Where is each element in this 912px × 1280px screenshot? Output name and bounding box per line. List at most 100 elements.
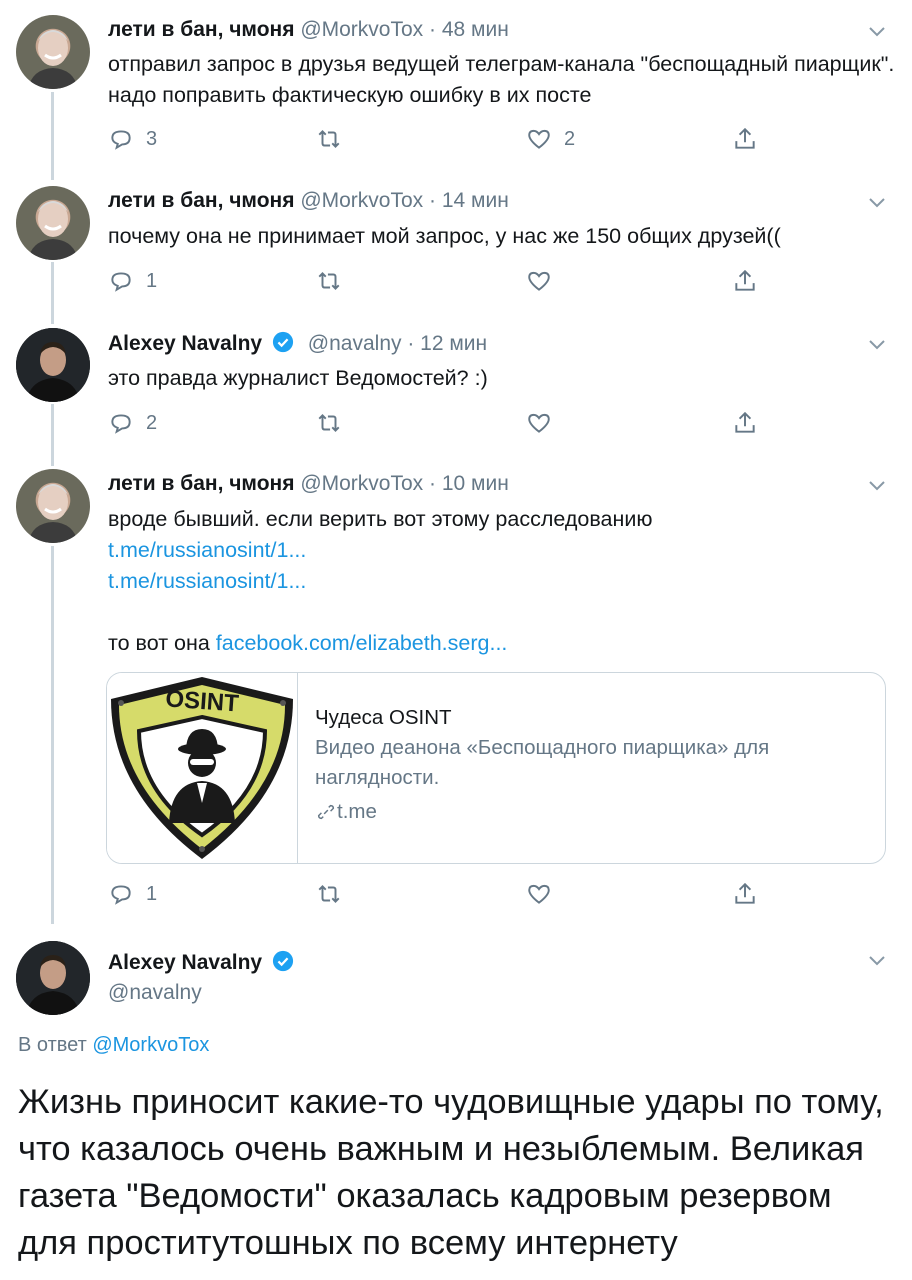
retweet-button[interactable] <box>316 264 354 298</box>
tweet-text-line: то вот она facebook.com/elizabeth.serg..… <box>108 628 898 659</box>
link-preview-card[interactable]: OSINT Чудеса OSINT Видео деанона «Беспощ… <box>106 672 886 864</box>
reply-to-handle[interactable]: @MorkvoTox <box>92 1034 209 1056</box>
thread-line <box>51 262 54 324</box>
retweet-icon <box>318 885 340 903</box>
card-badge-text: OSINT <box>165 685 240 717</box>
tweet-link[interactable]: t.me/russianosint/1... <box>108 535 898 566</box>
card-title: Чудеса OSINT <box>315 706 452 729</box>
like-icon <box>528 129 550 149</box>
user-handle[interactable]: @MorkvoTox <box>300 472 423 495</box>
tweet-header: Alexey Navalny @navalny · 12 мин <box>108 331 487 356</box>
tweet-header: лети в бан, чмоня @MorkvoTox · 48 мин <box>108 18 509 42</box>
tweet-header: лети в бан, чмоня @MorkvoTox · 14 мин <box>108 189 509 213</box>
retweet-icon <box>318 272 340 290</box>
tweet-actions: 1 <box>108 877 768 911</box>
thread-line <box>51 546 54 924</box>
avatar[interactable] <box>16 941 90 1015</box>
reply-icon <box>111 272 131 292</box>
reply-count: 3 <box>146 127 158 150</box>
main-tweet-text: Жизнь приносит какие-то чудовищные удары… <box>18 1083 884 1262</box>
avatar[interactable] <box>16 328 90 402</box>
tweet-text: почему она не принимает мой запрос, у на… <box>108 224 781 248</box>
like-button[interactable] <box>526 264 564 298</box>
tweet-text-prefix: то вот она <box>108 631 210 655</box>
like-icon <box>528 413 550 433</box>
user-name[interactable]: Alexey Navalny <box>108 951 262 974</box>
tweet-link[interactable]: facebook.com/elizabeth.serg... <box>216 631 508 655</box>
chevron-down-icon[interactable] <box>868 339 886 351</box>
retweet-button[interactable] <box>316 406 354 440</box>
chevron-down-icon[interactable] <box>868 480 886 492</box>
card-thumbnail: OSINT <box>107 673 298 863</box>
avatar[interactable] <box>16 469 90 543</box>
tweet-link[interactable]: t.me/russianosint/1... <box>108 566 898 597</box>
share-button[interactable] <box>732 122 758 156</box>
tweet-time[interactable]: · 10 мин <box>429 472 509 495</box>
user-handle[interactable]: @navalny <box>108 981 202 1004</box>
tweet-text: вроде бывший. если верить вот этому расс… <box>108 504 898 659</box>
retweet-icon <box>318 130 340 148</box>
share-button[interactable] <box>732 264 758 298</box>
chevron-down-icon[interactable] <box>868 197 886 209</box>
tweet-actions: 1 <box>108 264 768 298</box>
card-url-text: t.me <box>337 800 377 823</box>
chevron-down-icon[interactable] <box>868 26 886 38</box>
osint-logo-icon: OSINT <box>111 677 293 859</box>
user-name[interactable]: лети в бан, чмоня <box>108 472 294 495</box>
share-icon <box>735 882 755 904</box>
reply-count: 1 <box>146 882 158 905</box>
chevron-down-icon[interactable] <box>868 955 886 967</box>
user-handle[interactable]: @MorkvoTox <box>300 18 423 41</box>
tweet-time[interactable]: · 14 мин <box>429 189 509 212</box>
reply-icon <box>111 130 131 150</box>
tweet-header: лети в бан, чмоня @MorkvoTox · 10 мин <box>108 472 509 496</box>
user-handle[interactable]: @navalny <box>308 332 402 355</box>
share-icon <box>735 269 755 291</box>
verified-icon <box>272 331 294 353</box>
share-icon <box>735 411 755 433</box>
main-tweet-handle-row: @navalny <box>108 981 202 1005</box>
share-button[interactable] <box>732 406 758 440</box>
tweet-text: это правда журналист Ведомостей? :) <box>108 366 488 390</box>
retweet-button[interactable] <box>316 122 354 156</box>
card-description: Видео деанона «Беспощадного пиарщика» дл… <box>315 736 770 789</box>
reply-button[interactable]: 3 <box>108 122 157 156</box>
reply-button[interactable]: 1 <box>108 877 157 911</box>
user-name[interactable]: Alexey Navalny <box>108 332 262 355</box>
tweet-text-line: вроде бывший. если верить вот этому расс… <box>108 507 653 531</box>
like-icon <box>528 884 550 904</box>
like-icon <box>528 271 550 291</box>
thread-line <box>51 92 54 180</box>
tweet-time[interactable]: · 48 мин <box>429 18 509 41</box>
retweet-icon <box>318 414 340 432</box>
reply-to-prefix: В ответ <box>18 1034 87 1056</box>
verified-icon <box>272 950 294 972</box>
like-button[interactable] <box>526 406 564 440</box>
main-tweet-header: Alexey Navalny <box>108 950 294 975</box>
tweet-actions: 3 2 <box>108 122 768 156</box>
card-body: Чудеса OSINT Видео деанона «Беспощадного… <box>315 703 865 827</box>
avatar[interactable] <box>16 186 90 260</box>
share-button[interactable] <box>732 877 758 911</box>
avatar[interactable] <box>16 15 90 89</box>
reply-icon <box>111 885 131 905</box>
tweet-actions: 2 <box>108 406 768 440</box>
user-name[interactable]: лети в бан, чмоня <box>108 18 294 41</box>
user-name[interactable]: лети в бан, чмоня <box>108 189 294 212</box>
tweet-text: отправил запрос в друзья ведущей телегра… <box>108 52 895 107</box>
reply-count: 1 <box>146 269 158 292</box>
thread-line <box>51 404 54 466</box>
reply-count: 2 <box>146 411 158 434</box>
like-count: 2 <box>564 127 576 150</box>
like-button[interactable]: 2 <box>526 122 575 156</box>
reply-button[interactable]: 2 <box>108 406 157 440</box>
reply-button[interactable]: 1 <box>108 264 157 298</box>
tweet-time[interactable]: · 12 мин <box>407 332 487 355</box>
link-icon <box>317 804 335 820</box>
card-url: t.me <box>315 797 865 827</box>
retweet-button[interactable] <box>316 877 354 911</box>
like-button[interactable] <box>526 877 564 911</box>
user-handle[interactable]: @MorkvoTox <box>300 189 423 212</box>
reply-to: В ответ @MorkvoTox <box>18 1034 209 1057</box>
